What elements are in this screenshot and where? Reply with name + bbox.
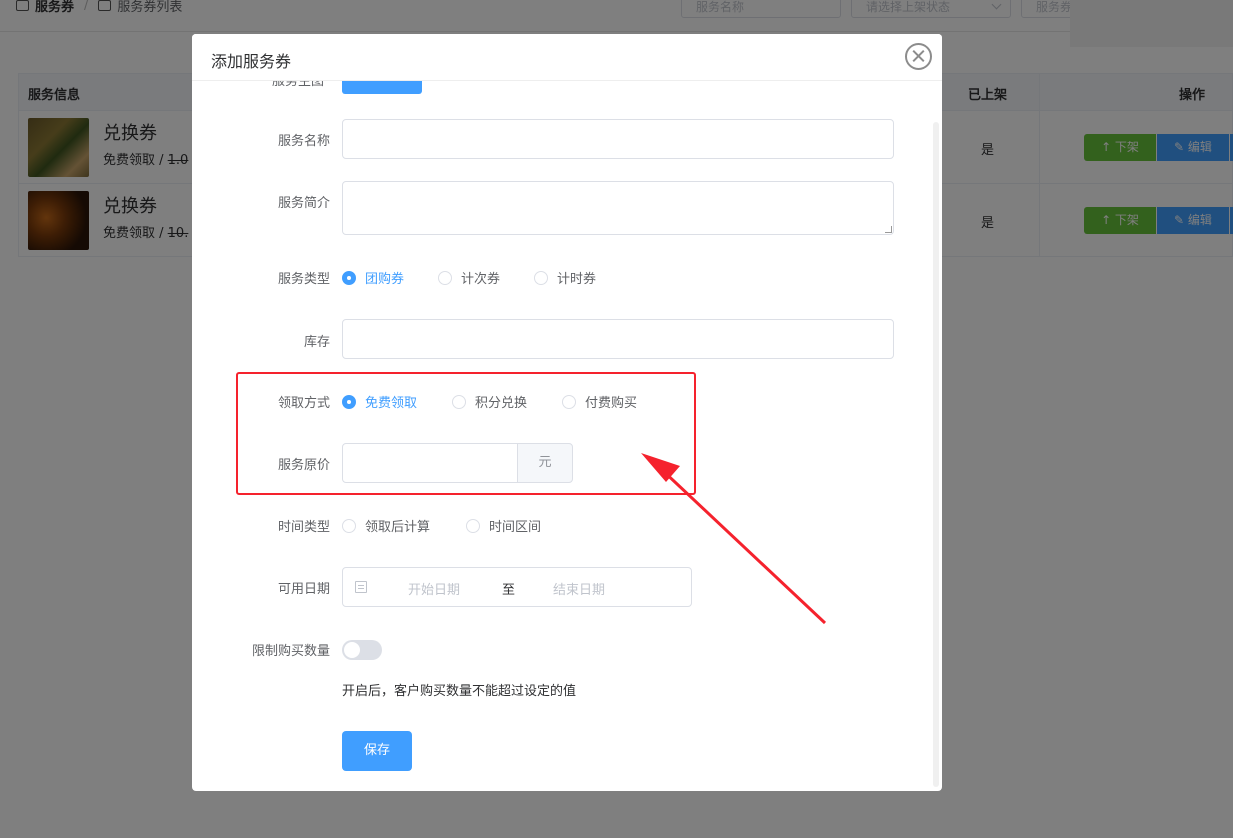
dialog-title-text: 添加服务券: [211, 52, 292, 71]
close-icon[interactable]: [905, 43, 932, 70]
dialog-header-cover: 添加服务券: [192, 34, 942, 81]
annotation-arrow-icon: [641, 453, 827, 625]
